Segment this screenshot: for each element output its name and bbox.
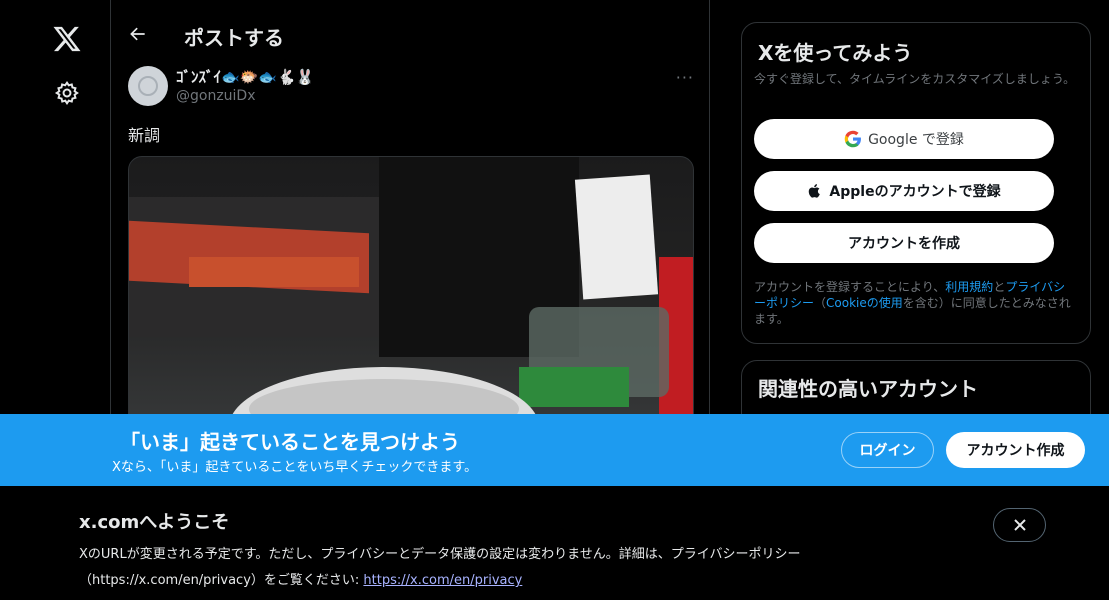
apple-signup-label: Appleのアカウントで登録 bbox=[829, 184, 1001, 200]
google-signup-button[interactable]: Google で登録 bbox=[754, 119, 1054, 159]
page-title: ポストする bbox=[184, 26, 284, 50]
signup-button[interactable]: アカウント作成 bbox=[946, 432, 1085, 468]
banner-title: 「いま」起きていることを見つけよう bbox=[120, 430, 460, 454]
gear-icon[interactable] bbox=[54, 80, 80, 106]
top-bar: ポストする bbox=[112, 0, 710, 60]
create-account-button[interactable]: アカウントを作成 bbox=[754, 223, 1054, 263]
signup-card: Xを使ってみよう 今すぐ登録して、タイムラインをカスタマイズしましょう。 Goo… bbox=[741, 22, 1091, 344]
google-signup-label: Google で登録 bbox=[868, 132, 964, 148]
create-account-label: アカウントを作成 bbox=[848, 236, 960, 252]
terms-notice: アカウントを登録することにより、利用規約とプライバシーポリシー（Cookieの使… bbox=[754, 279, 1076, 327]
post-media-image[interactable] bbox=[128, 156, 694, 456]
login-button[interactable]: ログイン bbox=[841, 432, 934, 468]
signup-banner: 「いま」起きていることを見つけよう Xなら、「いま」起きていることをいち早くチェ… bbox=[0, 414, 1109, 486]
privacy-url-link[interactable]: https://x.com/en/privacy bbox=[363, 573, 522, 588]
more-options-icon[interactable]: ··· bbox=[676, 68, 694, 87]
google-icon bbox=[844, 130, 862, 148]
url-change-notice: x.comへようこそ XのURLが変更される予定です。ただし、プライバシーとデー… bbox=[0, 486, 1109, 600]
close-icon bbox=[1013, 519, 1026, 531]
related-accounts-title: 関連性の高いアカウント bbox=[758, 377, 978, 401]
notice-title: x.comへようこそ bbox=[79, 512, 230, 533]
back-arrow-icon[interactable] bbox=[128, 24, 148, 44]
terms-prefix: アカウントを登録することにより、 bbox=[754, 280, 946, 294]
x-logo-icon[interactable] bbox=[52, 24, 82, 54]
notice-body: XのURLが変更される予定です。ただし、プライバシーとデータ保護の設定は変わりま… bbox=[79, 542, 959, 594]
terms-link[interactable]: 利用規約 bbox=[945, 280, 993, 294]
cookie-link[interactable]: Cookieの使用 bbox=[826, 296, 903, 310]
terms-and: と bbox=[993, 280, 1006, 294]
author-display-name[interactable]: ｺﾞﾝｽﾞｲ🐟🐡🐟🐇🐰 bbox=[176, 66, 314, 87]
author-handle[interactable]: @gonzuiDx bbox=[176, 88, 256, 104]
apple-icon bbox=[809, 184, 821, 198]
apple-signup-button[interactable]: Appleのアカウントで登録 bbox=[754, 171, 1054, 211]
signup-card-title: Xを使ってみよう bbox=[758, 41, 913, 65]
banner-subtitle: Xなら、「いま」起きていることをいち早くチェックできます。 bbox=[112, 460, 478, 475]
close-notice-button[interactable] bbox=[993, 508, 1046, 542]
terms-paren: （ bbox=[814, 296, 827, 310]
post-author: ｺﾞﾝｽﾞｲ🐟🐡🐟🐇🐰 @gonzuiDx ··· bbox=[128, 64, 694, 114]
signup-card-subtitle: 今すぐ登録して、タイムラインをカスタマイズしましょう。 bbox=[754, 72, 1076, 86]
avatar[interactable] bbox=[128, 66, 168, 106]
post-text: 新調 bbox=[128, 126, 161, 145]
